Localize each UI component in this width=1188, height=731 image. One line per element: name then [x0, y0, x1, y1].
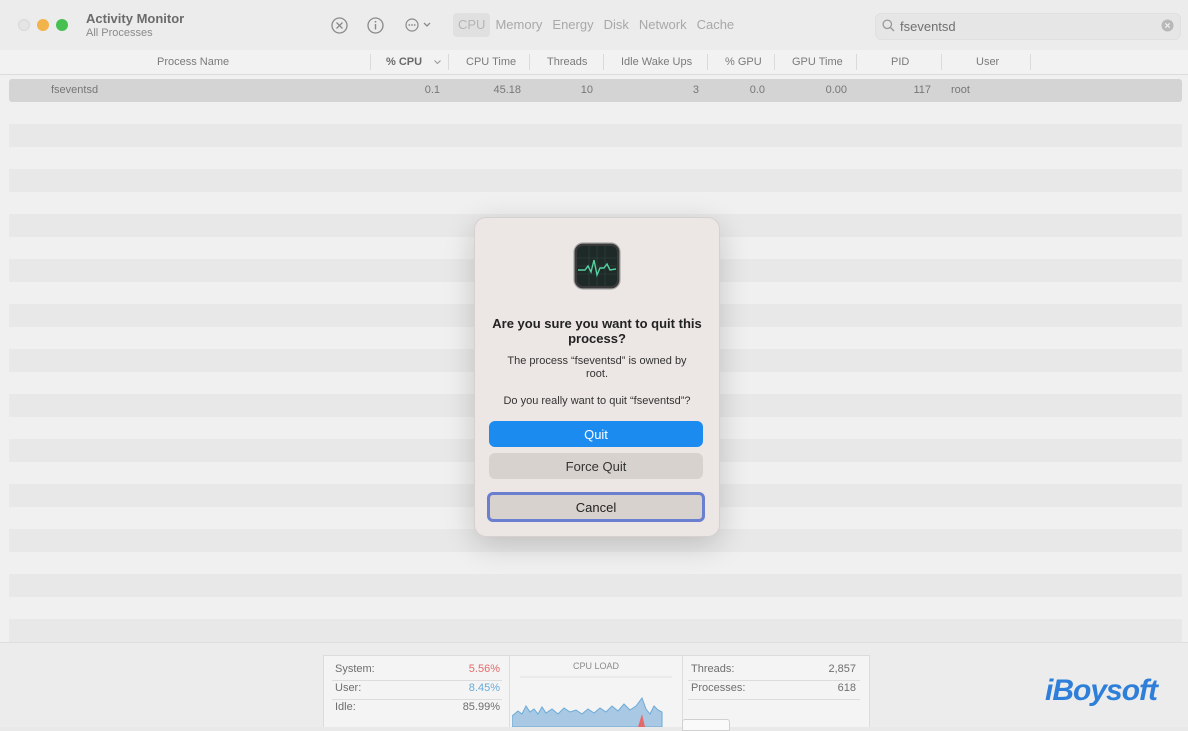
threads-value: 2,857	[828, 663, 856, 675]
ellipsis-circle-icon	[404, 18, 419, 32]
category-tabs: CPU Memory Energy Disk Network Cache	[453, 13, 739, 37]
clear-search-icon[interactable]	[1161, 19, 1174, 32]
column-idle-wake-ups[interactable]: Idle Wake Ups	[621, 56, 692, 68]
cpu-time-cell: 45.18	[493, 84, 521, 96]
tab-energy[interactable]: Energy	[547, 13, 598, 37]
stop-x-icon	[330, 16, 348, 34]
force-quit-button[interactable]: Force Quit	[489, 453, 703, 479]
column-cpu-percent[interactable]: % CPU	[386, 56, 422, 68]
info-icon	[366, 16, 384, 34]
inspect-process-button[interactable]	[365, 14, 385, 36]
dialog-title: Are you sure you want to quit this proce…	[492, 316, 702, 346]
column-divider	[448, 54, 449, 70]
empty-row	[9, 124, 1182, 147]
zoom-window-button[interactable]	[56, 19, 68, 31]
column-divider	[707, 54, 708, 70]
tab-disk[interactable]: Disk	[599, 13, 634, 37]
quit-process-dialog: Are you sure you want to quit this proce…	[474, 217, 720, 537]
chevron-down-icon	[423, 22, 430, 27]
column-threads[interactable]: Threads	[547, 56, 587, 68]
divider	[332, 699, 502, 700]
empty-row	[9, 619, 1182, 642]
iboysoft-watermark-logo: iBoysoft	[1045, 674, 1158, 707]
sort-chevron-down-icon	[434, 60, 441, 65]
column-process-name[interactable]: Process Name	[157, 56, 229, 68]
idle-wake-ups-cell: 3	[692, 84, 699, 96]
divider	[332, 680, 502, 681]
column-divider	[1030, 54, 1031, 70]
empty-row	[9, 147, 1182, 170]
gpu-percent-cell: 0.0	[749, 84, 765, 96]
search-input-value[interactable]: fseventsd	[900, 19, 956, 34]
system-value: 5.56%	[468, 663, 500, 675]
cpu-summary-panel: System: 5.56% User: 8.45% Idle: 85.99% C…	[323, 655, 870, 731]
column-divider	[529, 54, 530, 70]
dialog-question: Do you really want to quit “fseventsd”?	[503, 395, 691, 407]
column-user[interactable]: User	[976, 56, 999, 68]
threads-label: Threads:	[691, 663, 735, 675]
window-title: Activity Monitor	[86, 11, 185, 26]
idle-value: 85.99%	[462, 701, 500, 713]
user-cell: root	[951, 84, 970, 96]
column-gpu-percent[interactable]: % GPU	[725, 56, 762, 68]
stop-process-button[interactable]	[329, 14, 349, 36]
empty-row	[9, 169, 1182, 192]
column-pid[interactable]: PID	[891, 56, 909, 68]
column-divider	[856, 54, 857, 70]
process-name-cell: fseventsd	[51, 84, 99, 96]
gpu-time-cell: 0.00	[825, 84, 847, 96]
divider	[688, 680, 860, 681]
empty-row	[9, 102, 1182, 125]
tab-memory[interactable]: Memory	[490, 13, 547, 37]
table-row[interactable]: fseventsd 0.1 45.18 10 3 0.0 0.00 117 ro…	[9, 79, 1182, 102]
divider	[682, 656, 683, 727]
tab-network[interactable]: Network	[634, 13, 692, 37]
close-window-button[interactable]	[18, 19, 30, 31]
idle-label: Idle:	[335, 701, 356, 713]
empty-row	[9, 574, 1182, 597]
tab-cache[interactable]: Cache	[692, 13, 740, 37]
cancel-button[interactable]: Cancel	[487, 492, 705, 522]
column-cpu-time[interactable]: CPU Time	[466, 56, 516, 68]
minimize-window-button[interactable]	[37, 19, 49, 31]
processes-value: 618	[837, 682, 856, 694]
cpu-load-label: CPU LOAD	[572, 661, 619, 671]
column-gpu-time[interactable]: GPU Time	[792, 56, 843, 68]
pid-cell: 117	[913, 84, 931, 96]
user-value: 8.45%	[468, 682, 500, 694]
column-divider	[603, 54, 604, 70]
cpu-load-graph	[512, 676, 672, 727]
dialog-message: The process “fseventsd” is owned by root…	[507, 355, 687, 380]
empty-row	[9, 552, 1182, 575]
processes-label: Processes:	[691, 682, 746, 694]
divider	[688, 699, 860, 700]
empty-row	[9, 597, 1182, 620]
more-actions-button[interactable]	[403, 14, 433, 36]
table-header: Process Name % CPU CPU Time Threads Idle…	[0, 50, 1188, 75]
cpu-percent-cell: 0.1	[424, 84, 440, 96]
system-label: System:	[335, 663, 375, 675]
toolbar: Activity Monitor All Processes CPU Memor…	[0, 0, 1188, 51]
search-field[interactable]: fseventsd	[875, 13, 1181, 40]
user-label: User:	[335, 682, 362, 694]
column-divider	[774, 54, 775, 70]
quit-button[interactable]: Quit	[489, 421, 703, 447]
scroll-tab	[682, 719, 730, 731]
window-subtitle: All Processes	[86, 27, 153, 39]
empty-row	[9, 192, 1182, 215]
column-divider	[941, 54, 942, 70]
tab-cpu[interactable]: CPU	[453, 13, 491, 37]
activity-monitor-app-icon	[573, 242, 621, 290]
column-divider	[370, 54, 371, 70]
search-icon	[882, 19, 895, 32]
threads-cell: 10	[580, 84, 593, 96]
